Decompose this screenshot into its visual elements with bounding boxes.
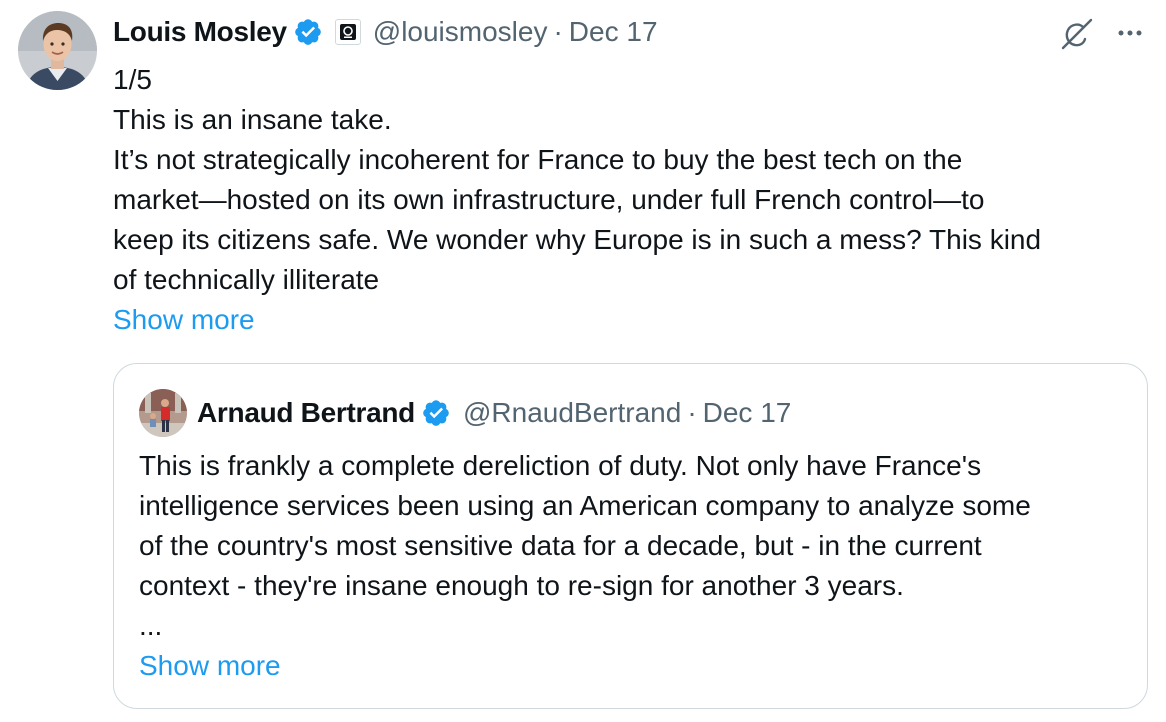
tweet-text-line: 1/5	[113, 64, 152, 95]
post-date[interactable]: Dec 17	[569, 8, 658, 56]
quoted-tweet[interactable]: Arnaud Bertrand @RnaudBertrand · Dec 17 …	[113, 363, 1148, 709]
affiliate-badge-icon[interactable]	[334, 19, 361, 45]
tweet-text-line: It’s not strategically incoherent for Fr…	[113, 144, 963, 175]
quoted-author-handle[interactable]: @RnaudBertrand	[463, 390, 681, 436]
quoted-text-line: ...	[139, 610, 163, 641]
tweet-text-line: This is an insane take.	[113, 104, 392, 135]
tweet-text-line: of technically illiterate	[113, 264, 380, 295]
quoted-text-line: of the country's most sensitive data for…	[139, 530, 982, 561]
verified-badge-icon[interactable]	[293, 17, 323, 47]
quoted-author-display-name[interactable]: Arnaud Bertrand	[197, 390, 415, 436]
author-avatar[interactable]	[18, 11, 97, 90]
quoted-avatar-photo	[139, 389, 187, 437]
separator-dot: ·	[687, 397, 697, 428]
grok-icon[interactable]	[1057, 14, 1097, 54]
quoted-text-line: intelligence services been using an Amer…	[139, 490, 1031, 521]
quoted-show-more-link[interactable]: Show more	[139, 646, 1139, 686]
tweet-text-line: keep its citizens safe. We wonder why Eu…	[113, 224, 1042, 255]
show-more-link[interactable]: Show more	[113, 300, 1133, 340]
quoted-post-date[interactable]: Dec 17	[703, 390, 792, 436]
more-options-icon[interactable]	[1113, 16, 1147, 50]
author-handle[interactable]: @louismosley	[373, 8, 548, 56]
separator-dot: ·	[553, 16, 563, 47]
tweet-text-line: market—hosted on its own infrastructure,…	[113, 184, 985, 215]
quoted-tweet-text: This is frankly a complete dereliction o…	[139, 446, 1139, 686]
quoted-text-line: context - they're insane enough to re-si…	[139, 570, 904, 601]
tweet[interactable]: Louis Mosley @louismosley · Dec 17 1/5 T…	[0, 0, 1166, 722]
tweet-text: 1/5 This is an insane take. It’s not str…	[113, 60, 1133, 340]
quoted-author-avatar[interactable]	[139, 389, 187, 437]
avatar-photo	[18, 11, 97, 90]
author-display-name[interactable]: Louis Mosley	[113, 8, 287, 56]
verified-badge-icon[interactable]	[421, 398, 451, 428]
quoted-tweet-header: Arnaud Bertrand @RnaudBertrand · Dec 17	[197, 390, 791, 436]
tweet-header: Louis Mosley @louismosley · Dec 17	[113, 8, 658, 56]
quoted-text-line: This is frankly a complete dereliction o…	[139, 450, 982, 481]
